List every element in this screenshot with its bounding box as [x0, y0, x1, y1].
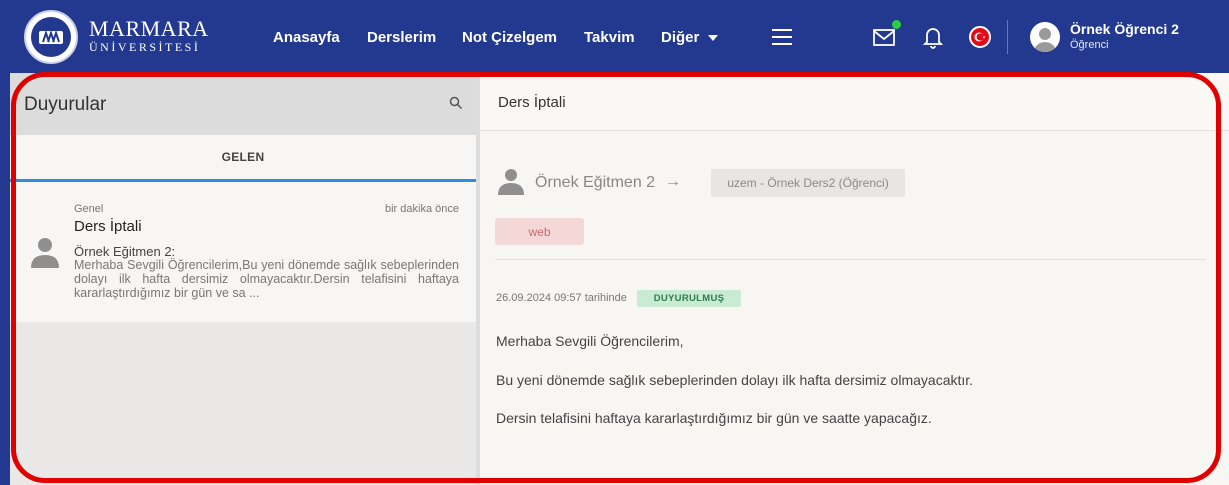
- brand-wordmark[interactable]: MARMARA ÜNİVERSİTESİ: [89, 16, 209, 54]
- seal-emblem: [31, 17, 71, 57]
- body-line-2: Bu yeni dönemde sağlık sebeplerinden dol…: [496, 372, 974, 388]
- search-icon[interactable]: [449, 96, 463, 110]
- announcement-time: bir dakika önce: [385, 203, 459, 215]
- user-name[interactable]: Örnek Öğrenci 2: [1070, 21, 1179, 37]
- body-line-3: Dersin telafisini haftaya kararlaştırdığ…: [496, 410, 932, 426]
- nav-more-dropdown[interactable]: Diğer: [661, 29, 719, 46]
- announcement-sender: Örnek Eğitmen 2:: [74, 244, 176, 259]
- nav-courses[interactable]: Derslerim: [367, 29, 436, 46]
- university-seal-logo[interactable]: [24, 10, 78, 64]
- top-navbar: MARMARA ÜNİVERSİTESİ Anasayfa Derslerim …: [0, 0, 1229, 73]
- course-chip: uzem - Örnek Ders2 (Öğrenci): [711, 169, 905, 197]
- notifications-button[interactable]: [920, 24, 946, 50]
- brand-subtitle: ÜNİVERSİTESİ: [89, 40, 201, 54]
- brand-name: MARMARA: [89, 16, 209, 41]
- arrow-right-icon: →: [665, 173, 681, 190]
- left-edge-strip: [0, 73, 10, 485]
- announcement-title[interactable]: Ders İptali: [74, 218, 142, 235]
- announcements-title: Duyurular: [24, 94, 107, 115]
- language-switch-button[interactable]: [969, 26, 991, 48]
- nav-home[interactable]: Anasayfa: [273, 29, 340, 46]
- publish-date: 26.09.2024 09:57 tarihinde: [496, 292, 627, 304]
- body-line-1: Merhaba Sevgili Öğrencilerim,: [496, 333, 684, 349]
- navbar-divider: [1007, 20, 1008, 54]
- announcement-preview: Merhaba Sevgili Öğrencilerim,Bu yeni dön…: [74, 258, 459, 300]
- channel-tag: web: [495, 218, 584, 245]
- nav-grades[interactable]: Not Çizelgem: [462, 29, 557, 46]
- unread-dot: [892, 20, 901, 29]
- user-avatar[interactable]: [1030, 22, 1060, 52]
- status-badge: DUYURULMUŞ: [637, 290, 741, 307]
- instructor-name: Örnek Eğitmen 2: [535, 174, 656, 191]
- seal-icon: [39, 29, 63, 44]
- hamburger-menu-icon[interactable]: [772, 29, 792, 45]
- sender-avatar-icon: [31, 238, 59, 268]
- instructor-avatar-icon: [498, 169, 524, 195]
- nav-calendar[interactable]: Takvim: [584, 29, 635, 46]
- detail-separator: [495, 259, 1206, 260]
- nav-more-label: Diğer: [661, 29, 700, 46]
- chevron-down-icon: [708, 35, 719, 42]
- announcement-category: Genel: [74, 203, 104, 215]
- detail-title: Ders İptali: [498, 94, 566, 111]
- messages-button[interactable]: [872, 20, 901, 50]
- bell-icon: [922, 28, 944, 49]
- turkish-flag-icon: [974, 32, 986, 42]
- detail-header: [480, 73, 1229, 131]
- user-silhouette-icon: [1034, 28, 1056, 52]
- user-role: Öğrenci: [1070, 39, 1109, 51]
- tab-incoming[interactable]: GELEN: [10, 150, 476, 164]
